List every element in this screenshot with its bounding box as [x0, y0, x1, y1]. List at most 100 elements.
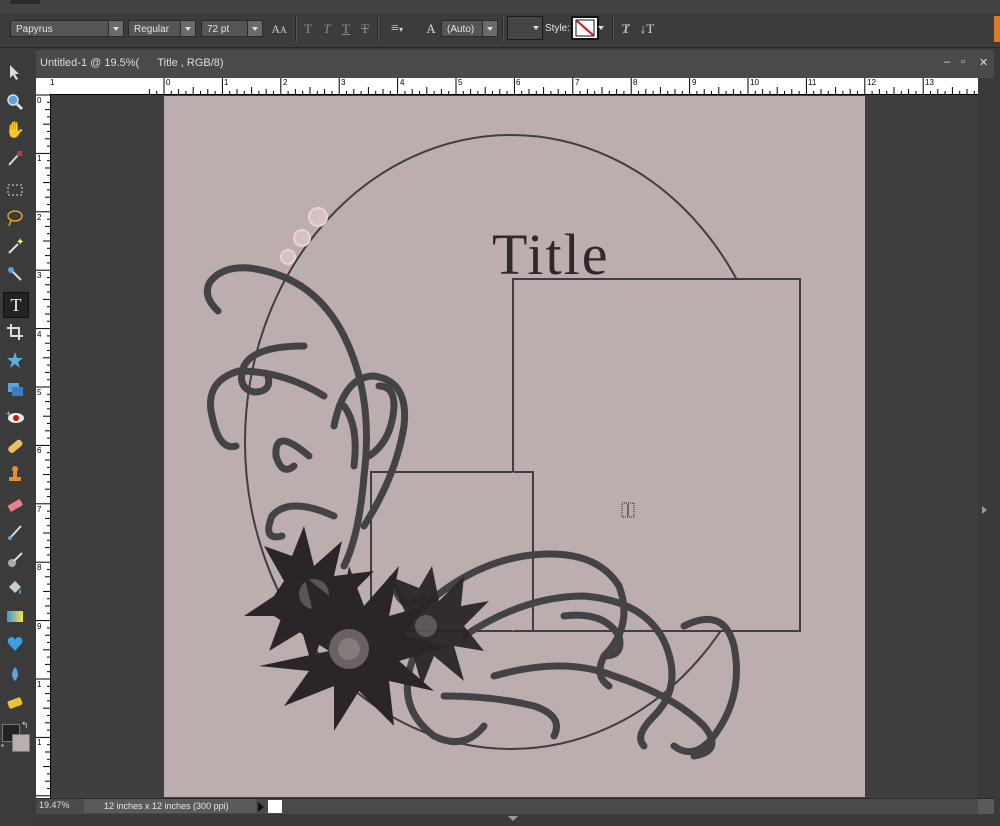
quick-selection-icon[interactable] [3, 262, 27, 286]
status-bar: 19.47% 12 inches x 12 inches (300 ppi) [36, 798, 994, 815]
pasteboard[interactable]: Title [51, 95, 978, 797]
straighten-icon[interactable] [3, 376, 27, 400]
leading-dropdown[interactable]: (Auto) [441, 20, 498, 37]
ruler-label: 1 [37, 154, 42, 163]
style-dropdown[interactable] [598, 20, 608, 37]
chevron-down-icon[interactable] [594, 20, 608, 35]
ruler-label: 13 [925, 78, 934, 87]
red-eye-icon[interactable]: + [3, 406, 27, 430]
ruler-label: 0 [37, 96, 42, 105]
svg-text:✦: ✦ [16, 237, 24, 248]
ruler-origin[interactable] [36, 78, 51, 95]
move-icon[interactable] [3, 60, 27, 84]
underline-button[interactable]: T [338, 19, 354, 39]
ruler-label: 8 [633, 78, 638, 87]
leading-icon: A [426, 21, 436, 36]
ruler-label: 3 [37, 271, 42, 280]
vertical-scrollbar[interactable] [978, 78, 994, 798]
ruler-label: 6 [37, 446, 42, 455]
hand-icon[interactable]: ✋ [3, 118, 27, 142]
blur-icon[interactable] [3, 662, 27, 686]
sponge-icon[interactable] [3, 690, 27, 714]
document-canvas[interactable]: Title [164, 96, 865, 797]
warp-text-button[interactable]: Ⱦ [617, 19, 635, 39]
document-info[interactable]: 12 inches x 12 inches (300 ppi) [84, 799, 256, 813]
leading-value: (Auto) [447, 24, 475, 35]
chevron-down-icon[interactable] [247, 21, 262, 36]
ruler-label: 10 [750, 78, 759, 87]
ruler-label: 2 [37, 213, 42, 222]
ruler-label: 8 [37, 563, 42, 572]
font-size-value: 72 pt [207, 24, 230, 35]
healing-brush-icon[interactable] [3, 434, 27, 458]
clone-stamp-icon[interactable] [3, 462, 27, 486]
separator [612, 16, 614, 42]
zoom-level[interactable]: 19.47% [39, 800, 70, 810]
document-tab-title[interactable]: Untitled-1 @ 19.5%( Title , RGB/8) [40, 57, 224, 69]
gradient-icon[interactable] [3, 604, 27, 628]
faux-bold-button[interactable]: T [300, 19, 316, 39]
font-family-dropdown[interactable]: Papyrus [10, 20, 124, 37]
default-colors-icon[interactable]: ▪ [1, 741, 4, 750]
svg-text:+: + [6, 409, 11, 418]
ruler-label: 7 [575, 78, 580, 87]
marquee-icon[interactable] [3, 178, 27, 202]
align-left-button[interactable]: ≡▾ [381, 19, 413, 39]
pink-dot [308, 207, 328, 227]
font-size-dropdown[interactable]: 72 pt [201, 20, 263, 37]
status-menu-arrow-icon[interactable] [258, 802, 264, 812]
shape-icon[interactable] [3, 632, 27, 656]
ruler-label: 11 [808, 78, 817, 87]
chevron-down-icon[interactable] [482, 21, 497, 36]
separator [295, 16, 297, 42]
magic-wand-icon[interactable]: ✦ [3, 234, 27, 258]
background-color-swatch[interactable] [12, 734, 30, 752]
ruler-label: 12 [867, 78, 876, 87]
chevron-down-icon[interactable] [108, 21, 123, 36]
close-button[interactable]: ✕ [979, 56, 988, 69]
cookie-cutter-icon[interactable] [3, 348, 27, 372]
smart-brush-icon[interactable] [3, 548, 27, 572]
lasso-icon[interactable] [3, 206, 27, 230]
minimize-button[interactable]: – [944, 56, 950, 68]
brush-icon[interactable] [3, 520, 27, 544]
faux-italic-button[interactable]: T [319, 19, 335, 39]
ruler-label: 5 [37, 388, 42, 397]
swap-colors-icon[interactable]: ↰ [21, 720, 29, 731]
chevron-down-icon[interactable] [508, 816, 518, 821]
ruler-label: 0 [166, 78, 171, 87]
paint-bucket-icon[interactable] [3, 576, 27, 600]
toolbox: ✋ ✦ T + ↰ ▪ [0, 48, 37, 826]
horizontal-ruler-ticks [148, 78, 975, 94]
chevron-down-icon[interactable] [529, 20, 543, 35]
horizontal-ruler[interactable]: 1 0 1 2 3 4 5 6 7 8 9 10 11 12 13 [50, 78, 978, 95]
eyedropper-icon[interactable] [3, 146, 27, 170]
text-orientation-button[interactable]: ↓T [638, 19, 656, 39]
zoom-icon[interactable] [3, 90, 27, 114]
ruler-label: 2 [283, 78, 288, 87]
ruler-label: 1 [37, 680, 42, 689]
font-style-dropdown[interactable]: Regular [128, 20, 196, 37]
ruler-label: 5 [458, 78, 463, 87]
text-color-dropdown[interactable] [533, 20, 543, 37]
eraser-icon[interactable] [3, 492, 27, 516]
font-family-value: Papyrus [16, 24, 53, 35]
restore-button[interactable]: ▫ [961, 56, 965, 68]
panel-collapse-icon[interactable] [982, 506, 987, 514]
strikethrough-button[interactable]: T [357, 19, 373, 39]
ruler-label: 3 [341, 78, 346, 87]
bottom-scroll-strip[interactable] [36, 814, 994, 826]
options-bar: Papyrus Regular 72 pt AA T T T T ≡▾ A (A… [0, 0, 1000, 48]
ruler-label: 4 [37, 330, 42, 339]
crop-icon[interactable] [3, 320, 27, 344]
anti-alias-button[interactable]: AA [268, 19, 290, 39]
chevron-down-icon[interactable] [180, 21, 195, 36]
type-icon[interactable]: T [3, 292, 29, 318]
ruler-label: 9 [692, 78, 697, 87]
vertical-ruler[interactable]: 0 1 2 3 4 5 6 7 8 9 1 1 [36, 94, 51, 800]
canvas-title-text: Title [492, 222, 609, 287]
separator [377, 16, 379, 42]
resize-grip[interactable] [978, 799, 994, 815]
ruler-label: 4 [400, 78, 405, 87]
status-swatch [268, 800, 282, 813]
